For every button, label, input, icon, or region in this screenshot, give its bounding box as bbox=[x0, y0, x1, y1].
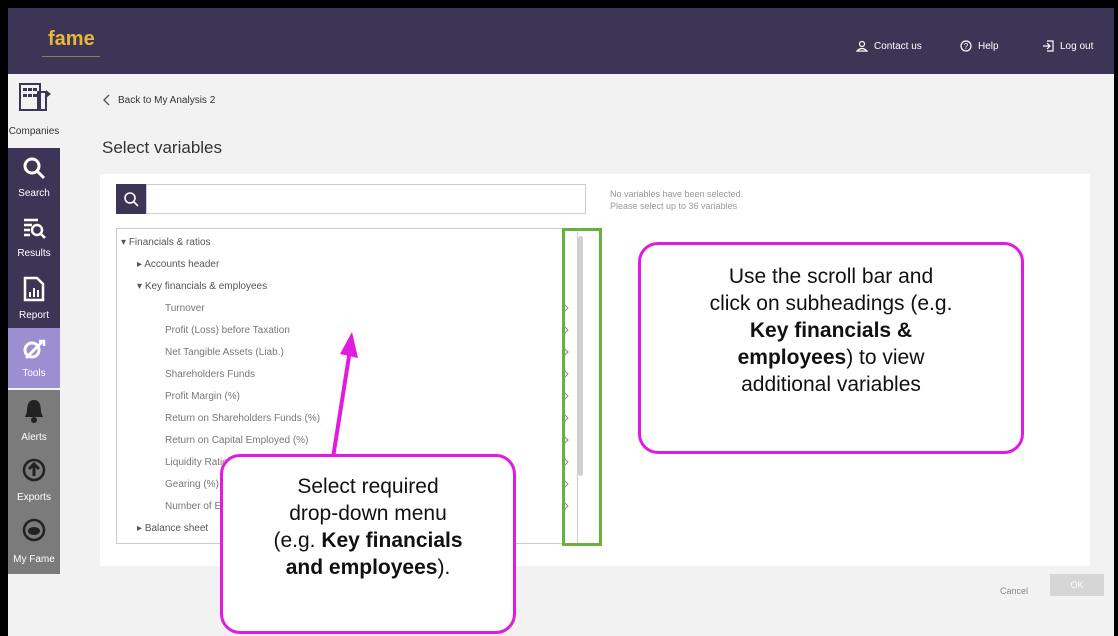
sidebar-label-report: Report bbox=[18, 310, 49, 321]
tree-item-net-tangible-assets[interactable]: Net Tangible Assets (Liab.) bbox=[165, 347, 284, 358]
sidebar-label-search: Search bbox=[18, 188, 50, 199]
sidebar-item-results[interactable]: Results bbox=[8, 208, 60, 268]
tree-item-gearing[interactable]: Gearing (%) bbox=[165, 479, 219, 490]
chevron-left-icon bbox=[103, 94, 110, 106]
report-icon bbox=[23, 276, 45, 302]
logout-icon bbox=[1043, 40, 1054, 52]
help-label: Help bbox=[978, 40, 999, 52]
myfame-icon bbox=[22, 518, 46, 542]
sidebar-label-exports: Exports bbox=[17, 492, 51, 503]
sidebar-label-companies: Companies bbox=[8, 126, 60, 137]
hint-line-2: Please select up to 36 variables bbox=[610, 201, 738, 211]
tree-item-return-shareholders[interactable]: Return on Shareholders Funds (%) bbox=[165, 413, 320, 424]
top-bar: fame Contact us ? Help Log out bbox=[8, 8, 1114, 74]
log-out-link[interactable]: Log out bbox=[1042, 40, 1093, 52]
contact-us-label: Contact us bbox=[874, 40, 922, 52]
cancel-button[interactable]: Cancel bbox=[1000, 586, 1028, 596]
tree-item-return-capital[interactable]: Return on Capital Employed (%) bbox=[165, 435, 308, 446]
sidebar-label-alerts: Alerts bbox=[21, 432, 47, 443]
help-link[interactable]: ? Help bbox=[960, 40, 999, 52]
search-button[interactable] bbox=[116, 184, 146, 214]
callout-right-line5: additional variables bbox=[741, 373, 921, 396]
back-label: Back to My Analysis 2 bbox=[118, 94, 216, 106]
help-icon: ? bbox=[960, 40, 972, 52]
page-title: Select variables bbox=[102, 138, 223, 157]
tree-item-shareholders-funds[interactable]: Shareholders Funds bbox=[165, 369, 255, 380]
tree-item-liquidity[interactable]: Liquidity Ratio bbox=[165, 457, 228, 468]
tree-item-profit-before-tax[interactable]: Profit (Loss) before Taxation bbox=[165, 325, 290, 336]
sidebar-item-exports[interactable]: Exports bbox=[8, 450, 60, 510]
logo-underline bbox=[42, 56, 100, 57]
callout-bottom-line3: (e.g. Key financials bbox=[273, 529, 463, 552]
sidebar-item-companies[interactable]: Companies bbox=[8, 74, 60, 148]
caret-down-icon: ▾ bbox=[121, 237, 129, 248]
tree-node-accounts-header[interactable]: ▸ Accounts header bbox=[137, 259, 219, 270]
sidebar-item-alerts[interactable]: Alerts bbox=[8, 390, 60, 450]
ok-button[interactable]: OK bbox=[1050, 574, 1104, 596]
person-icon bbox=[856, 40, 868, 52]
fame-logo[interactable]: fame bbox=[48, 28, 95, 51]
sidebar-item-report[interactable]: Report bbox=[8, 268, 60, 328]
search-icon bbox=[23, 157, 46, 180]
caret-down-icon: ▾ bbox=[137, 281, 145, 292]
contact-us-link[interactable]: Contact us bbox=[856, 40, 922, 52]
sidebar: Companies Search Results Report Tools Al… bbox=[8, 74, 60, 636]
sidebar-item-search[interactable]: Search bbox=[8, 148, 60, 208]
sidebar-label-my-fame: My Fame bbox=[13, 554, 55, 565]
tree-node-balance-sheet[interactable]: ▸ Balance sheet bbox=[137, 523, 208, 534]
tree-item-profit-margin[interactable]: Profit Margin (%) bbox=[165, 391, 240, 402]
callout-bottom-line4: and employees). bbox=[285, 556, 451, 579]
tree-item-turnover[interactable]: Turnover bbox=[165, 303, 205, 314]
tree-node-financials-ratios[interactable]: ▾ Financials & ratios bbox=[121, 237, 211, 248]
sidebar-item-my-fame[interactable]: My Fame bbox=[8, 510, 60, 574]
hint-line-1: No variables have been selected. bbox=[610, 189, 744, 199]
tools-icon bbox=[23, 339, 46, 360]
buildings-icon bbox=[19, 83, 51, 111]
callout-right-line3: Key financials & bbox=[749, 319, 913, 342]
scrollbar-highlight bbox=[562, 228, 602, 546]
callout-right-line1: Use the scroll bar and bbox=[728, 265, 934, 288]
variable-search-input[interactable] bbox=[146, 184, 586, 214]
svg-text:?: ? bbox=[964, 42, 969, 51]
log-out-label: Log out bbox=[1060, 40, 1094, 52]
callout-right-line4: employees) to view bbox=[737, 346, 925, 369]
bell-icon bbox=[25, 400, 43, 423]
sidebar-label-tools: Tools bbox=[22, 368, 46, 379]
callout-right-line2: click on subheadings (e.g. bbox=[709, 292, 953, 315]
caret-right-icon: ▸ bbox=[137, 523, 145, 534]
callout-bottom-line2: drop-down menu bbox=[289, 502, 447, 525]
callout-scrollbar-tip: Use the scroll bar and click on subheadi… bbox=[638, 242, 1024, 454]
results-icon bbox=[24, 218, 46, 239]
search-icon bbox=[124, 192, 139, 207]
pointer-arrow bbox=[330, 332, 358, 465]
back-link[interactable]: Back to My Analysis 2 bbox=[102, 94, 215, 106]
sidebar-item-tools[interactable]: Tools bbox=[8, 328, 60, 388]
app-frame: fame Contact us ? Help Log out Companies bbox=[8, 8, 1114, 636]
selection-hint: No variables have been selected. Please … bbox=[610, 188, 743, 212]
callout-dropdown-tip: Select required drop-down menu (e.g. Key… bbox=[220, 454, 516, 634]
tree-node-key-financials[interactable]: ▾ Key financials & employees bbox=[137, 281, 267, 292]
export-icon bbox=[22, 458, 46, 482]
callout-bottom-line1: Select required bbox=[297, 475, 439, 498]
sidebar-label-results: Results bbox=[17, 248, 51, 259]
